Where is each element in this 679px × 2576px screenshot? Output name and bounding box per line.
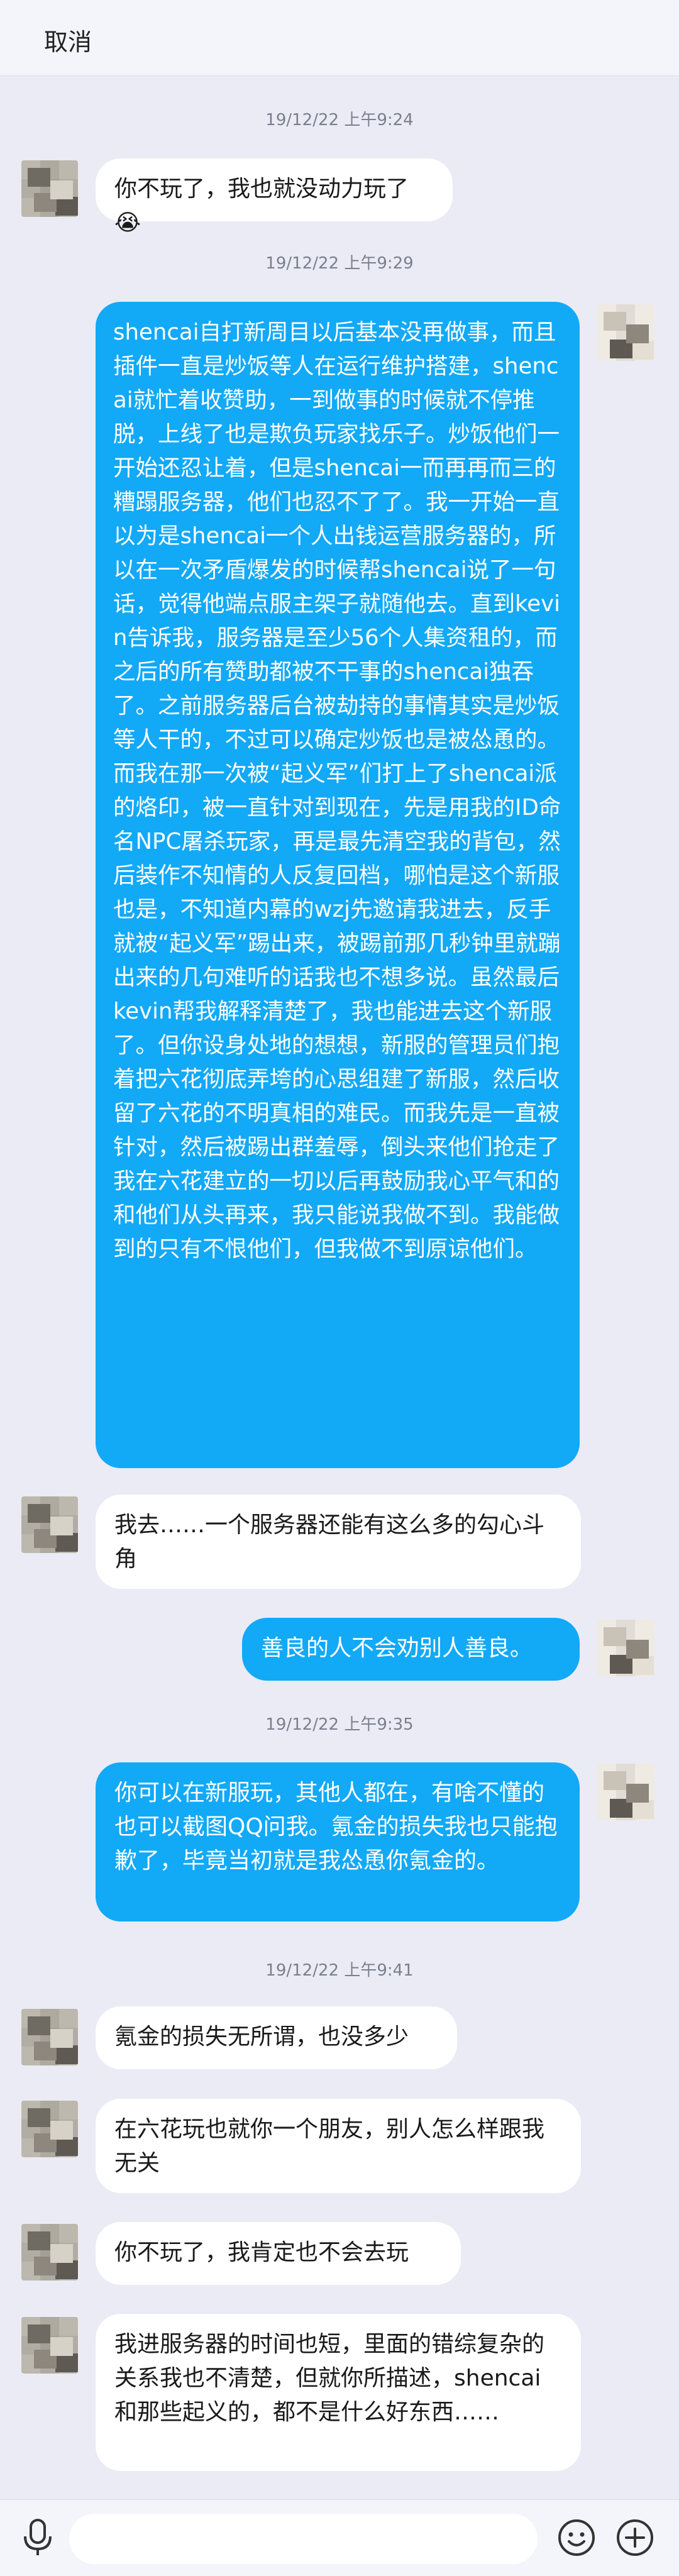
my-avatar[interactable] <box>597 304 654 361</box>
microphone-icon[interactable] <box>19 2518 57 2558</box>
top-bar: 取消 <box>0 0 679 76</box>
message-bubble-outgoing[interactable]: shencai自打新周目以后基本没再做事，而且插件一直是炒饭等人在运行维护搭建，… <box>96 302 580 1468</box>
emoji-icon[interactable] <box>556 2518 597 2558</box>
my-avatar[interactable] <box>597 1620 654 1676</box>
contact-avatar[interactable] <box>21 2101 78 2157</box>
contact-avatar[interactable] <box>21 2009 78 2065</box>
timestamp: 19/12/22 上午9:24 <box>265 111 414 130</box>
contact-name <box>245 11 446 36</box>
message-bubble-incoming[interactable]: 氪金的损失无所谓，也没多少 <box>96 2006 457 2069</box>
timestamp: 19/12/22 上午9:29 <box>265 254 414 273</box>
timestamp: 19/12/22 上午9:41 <box>265 1961 414 1980</box>
contact-status <box>290 45 385 62</box>
contact-avatar[interactable] <box>21 2317 78 2374</box>
message-bubble-incoming[interactable]: 你不玩了，我肯定也不会去玩 <box>96 2222 461 2285</box>
contact-avatar[interactable] <box>21 160 78 217</box>
timestamp: 19/12/22 上午9:35 <box>265 1715 414 1734</box>
contact-avatar[interactable] <box>21 2224 78 2280</box>
message-bubble-outgoing[interactable]: 善良的人不会劝别人善良。 <box>242 1618 580 1681</box>
my-avatar[interactable] <box>597 1764 654 1820</box>
chat-screen: 取消 19/12/22 上午9:24 你不玩了，我也就没动力玩了😭 19/12/… <box>0 0 679 2576</box>
message-bubble-incoming[interactable]: 我去……一个服务器还能有这么多的勾心斗角 <box>96 1495 581 1589</box>
message-input[interactable] <box>69 2514 538 2564</box>
contact-avatar[interactable] <box>21 1496 78 1553</box>
input-bar <box>0 2499 679 2576</box>
message-bubble-outgoing[interactable]: 你可以在新服玩，其他人都在，有啥不懂的也可以截图QQ问我。氪金的损失我也只能抱歉… <box>96 1762 580 1921</box>
plus-icon[interactable] <box>615 2518 655 2558</box>
message-bubble-incoming[interactable]: 在六花玩也就你一个朋友，别人怎么样跟我无关 <box>96 2099 581 2193</box>
message-bubble-incoming[interactable]: 我进服务器的时间也短，里面的错综复杂的关系我也不清楚，但就你所描述，shenca… <box>96 2314 581 2471</box>
message-bubble-incoming[interactable]: 你不玩了，我也就没动力玩了😭 <box>96 158 453 236</box>
cancel-button[interactable]: 取消 <box>44 23 92 57</box>
